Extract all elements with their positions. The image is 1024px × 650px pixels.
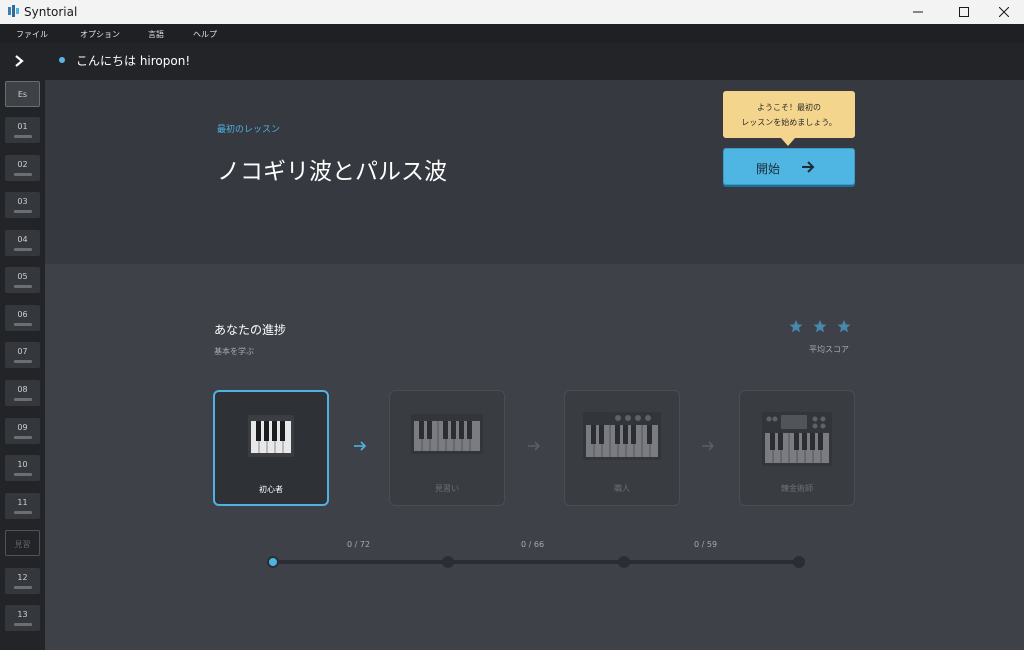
sidebar-item-10[interactable]: 10: [5, 455, 40, 481]
menu-language[interactable]: 言語: [148, 29, 164, 40]
stage-lesson-count: 0 / 59: [694, 540, 718, 549]
sidebar-item-apprentice[interactable]: 見習: [5, 530, 40, 556]
minimize-button[interactable]: [898, 0, 938, 24]
sidebar-item-13[interactable]: 13: [5, 605, 40, 631]
sidebar-item-06[interactable]: 06: [5, 305, 40, 331]
arrow-right-icon: [702, 441, 715, 451]
lesson-title: ノコギリ波とパルス波: [217, 159, 447, 185]
sidebar-item-03[interactable]: 03: [5, 192, 40, 218]
lesson-sidebar: Es 01 02 03 04 05 06 07 08 09 10 11 見習 1…: [0, 43, 45, 650]
menu-options[interactable]: オプション: [80, 29, 120, 40]
app-icon: [8, 5, 19, 17]
lesson-hero: 最初のレッスン ノコギリ波とパルス波 ようこそ！最初の レッスンを始めましょう。…: [45, 80, 1024, 264]
tooltip-line-2: レッスンを始めましょう。: [741, 118, 837, 127]
stage-lesson-count: 0 / 66: [521, 540, 545, 549]
sidebar-item-12[interactable]: 12: [5, 568, 40, 594]
progress-node: [442, 556, 454, 568]
lesson-kicker: 最初のレッスン: [217, 125, 281, 135]
close-icon: [999, 7, 1009, 17]
stage-label: 錬金術師: [781, 484, 813, 493]
progress-title: あなたの進捗: [214, 323, 287, 337]
menu-file[interactable]: ファイル: [16, 29, 48, 40]
average-score-stars: [789, 320, 851, 333]
maximize-button[interactable]: [944, 0, 984, 24]
title-bar: Syntorial: [0, 0, 1024, 24]
sidebar-item-02[interactable]: 02: [5, 155, 40, 181]
close-button[interactable]: [984, 0, 1024, 24]
star-icon: [837, 320, 851, 333]
stage-alchemist[interactable]: 錬金術師: [739, 390, 855, 506]
arrow-right-icon: [354, 441, 367, 451]
sidebar-item-04[interactable]: 04: [5, 230, 40, 256]
status-dot: [59, 57, 65, 63]
progress-track: [272, 560, 799, 564]
progress-node-current: [267, 556, 279, 568]
progress-section: あなたの進捗 基本を学ぶ 平均スコア 初心者 見習い 職人 錬金術師 0 / 7…: [45, 264, 1024, 650]
start-button[interactable]: 開始: [723, 148, 855, 185]
welcome-tooltip: ようこそ！最初の レッスンを始めましょう。: [723, 91, 855, 146]
sidebar-item-es[interactable]: Es: [5, 81, 40, 107]
greeting-text: こんにちは hiropon!: [76, 54, 191, 68]
sidebar-item-01[interactable]: 01: [5, 117, 40, 143]
arrow-right-icon: [802, 161, 815, 173]
average-score-label: 平均スコア: [809, 345, 849, 354]
workstation-synth-icon: [762, 412, 832, 466]
sidebar-item-09[interactable]: 09: [5, 418, 40, 444]
menu-bar: ファイル オプション 言語 ヘルプ: [0, 24, 1024, 43]
star-icon: [789, 320, 803, 333]
sidebar-item-11[interactable]: 11: [5, 493, 40, 519]
stage-label: 初心者: [259, 485, 283, 494]
progress-subtitle: 基本を学ぶ: [214, 347, 254, 356]
stage-lesson-count: 0 / 72: [347, 540, 371, 549]
keyboard-icon: [411, 414, 483, 454]
minimize-icon: [913, 11, 923, 13]
arrow-right-icon: [528, 441, 541, 451]
sidebar-item-05[interactable]: 05: [5, 267, 40, 293]
greeting-bar: こんにちは hiropon!: [45, 43, 1024, 80]
stage-label: 見習い: [435, 484, 459, 493]
sidebar-item-07[interactable]: 07: [5, 342, 40, 368]
maximize-icon: [959, 7, 969, 17]
menu-help[interactable]: ヘルプ: [193, 29, 217, 40]
star-icon: [813, 320, 827, 333]
start-button-label: 開始: [756, 162, 781, 176]
stage-apprentice[interactable]: 見習い: [389, 390, 505, 506]
sidebar-item-08[interactable]: 08: [5, 380, 40, 406]
progress-node: [618, 556, 630, 568]
synth-icon: [583, 412, 661, 460]
window-title: Syntorial: [24, 5, 78, 19]
stage-craftsman[interactable]: 職人: [564, 390, 680, 506]
tooltip-line-1: ようこそ！最初の: [757, 103, 821, 112]
stage-beginner[interactable]: 初心者: [213, 390, 329, 506]
small-keyboard-icon: [248, 415, 294, 457]
chevron-right-icon[interactable]: [12, 54, 26, 68]
stage-label: 職人: [614, 484, 630, 493]
progress-node: [793, 556, 805, 568]
